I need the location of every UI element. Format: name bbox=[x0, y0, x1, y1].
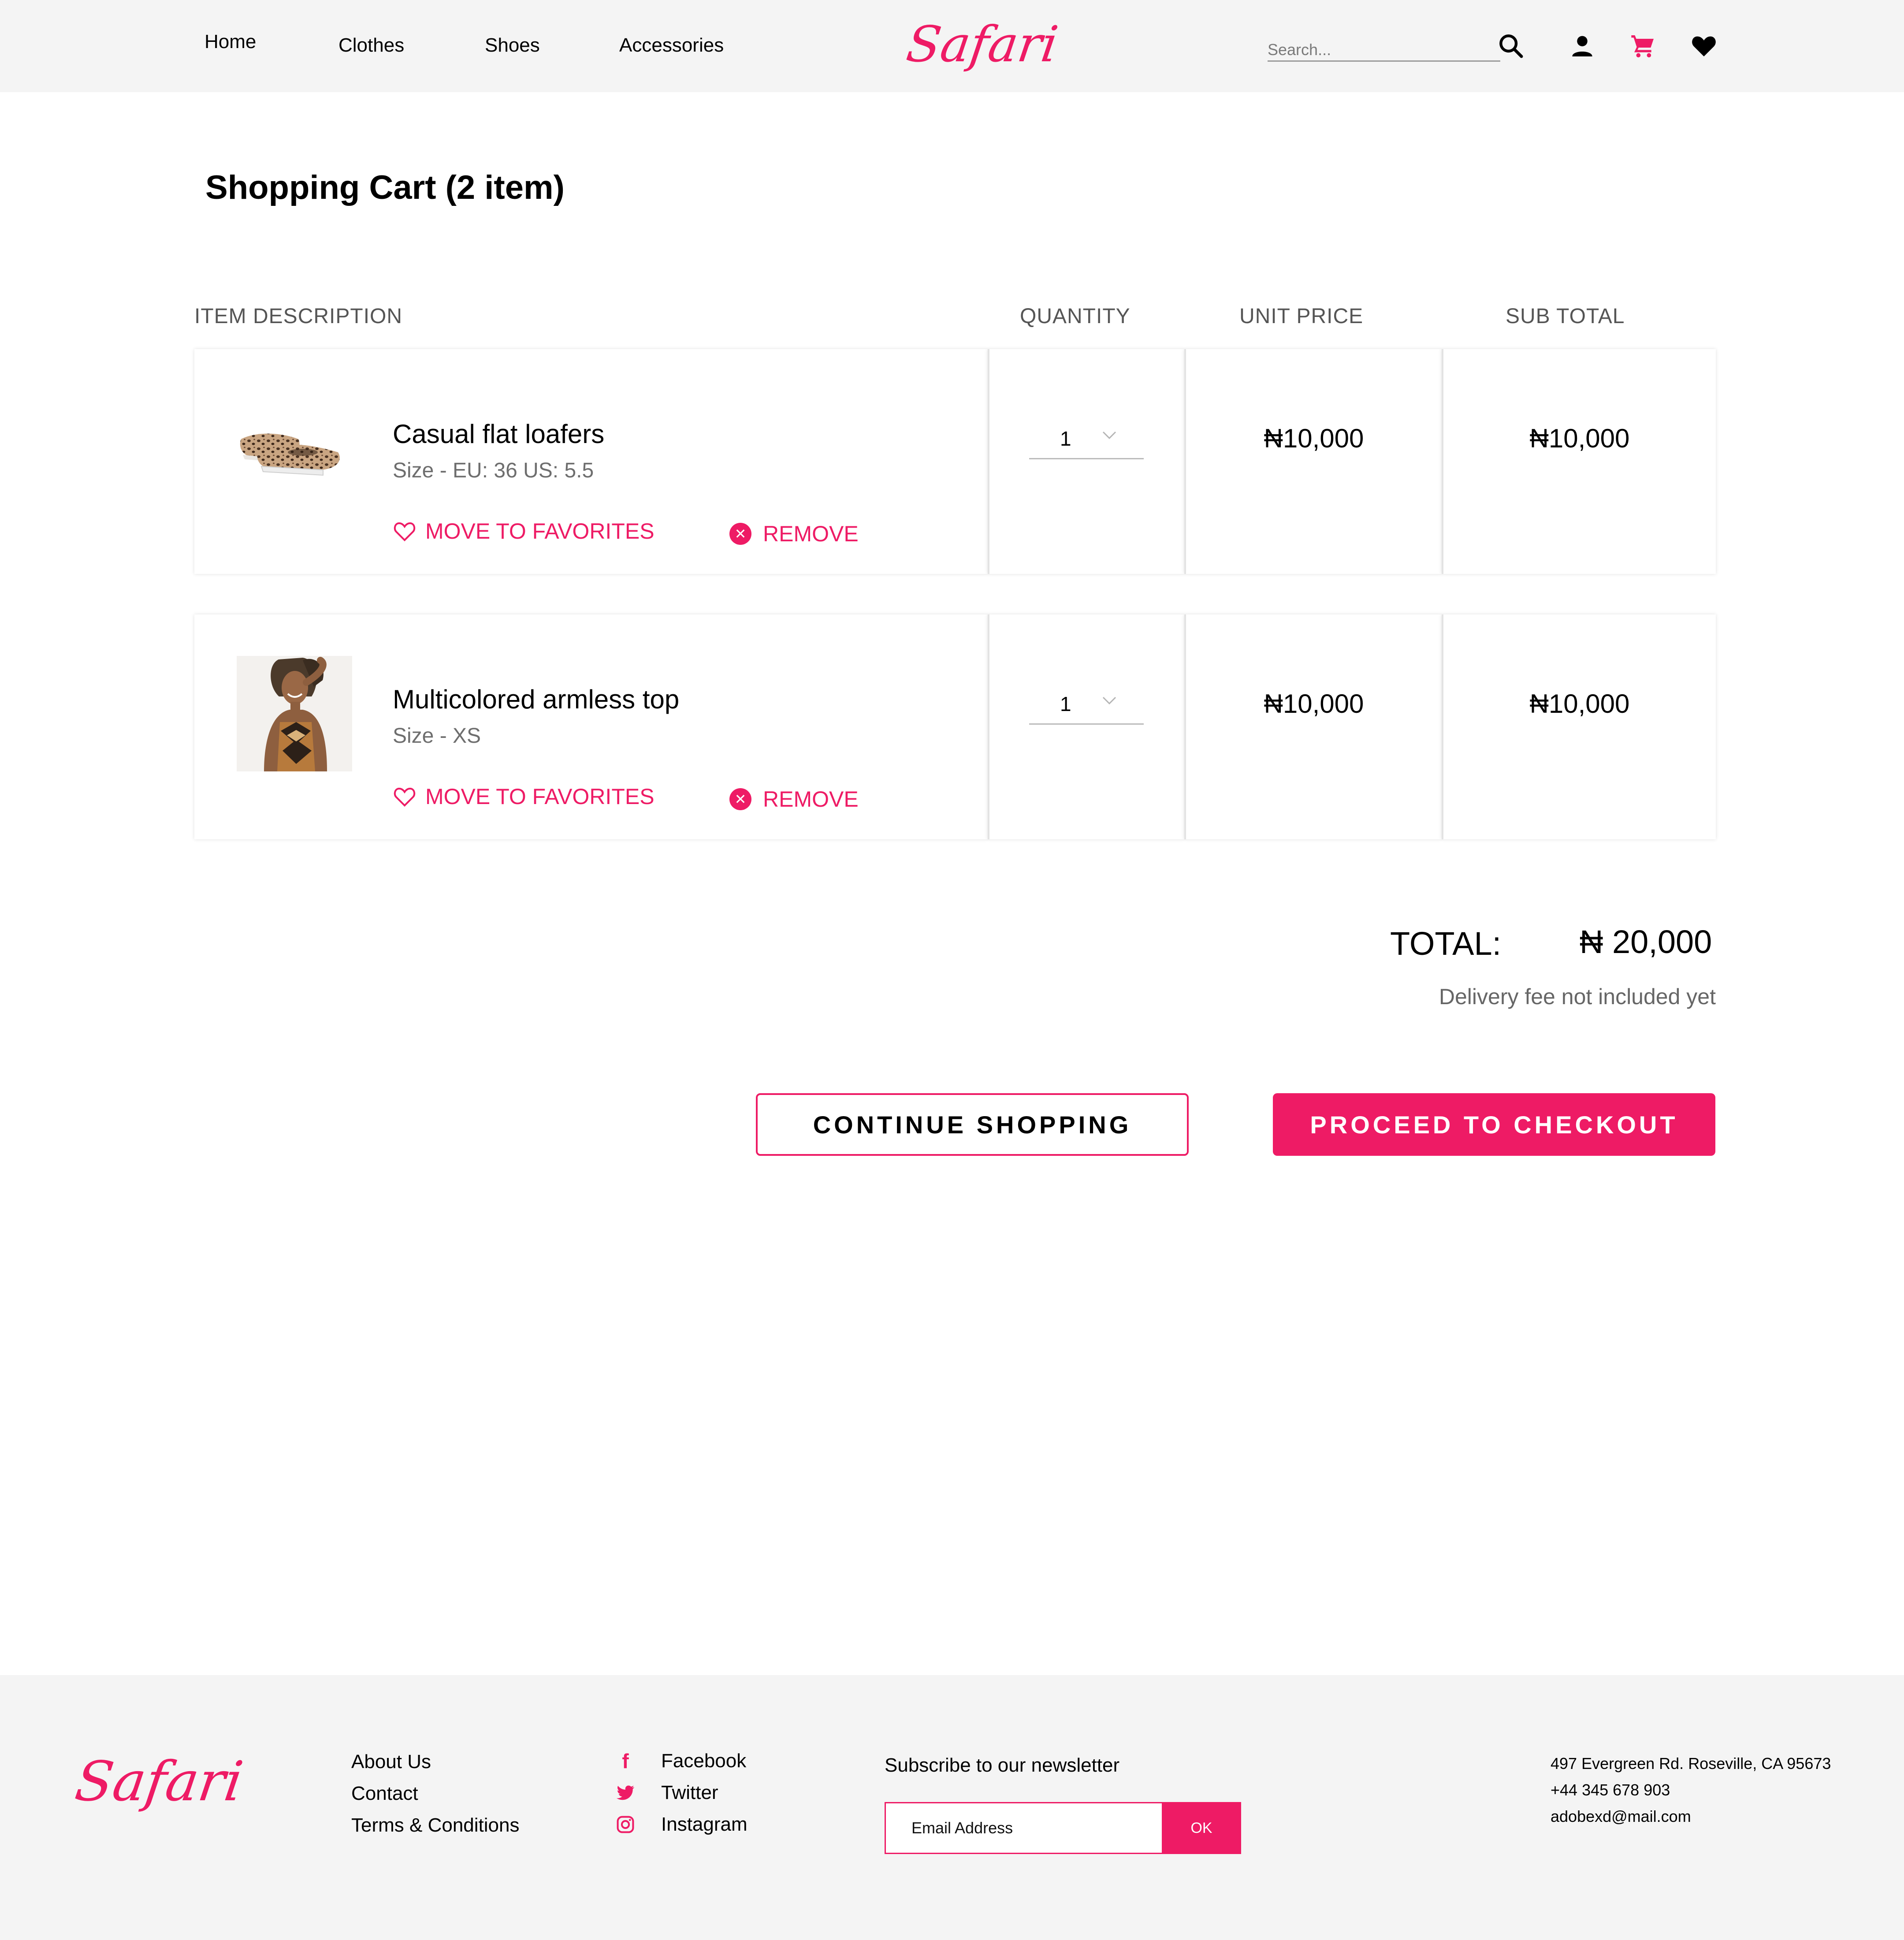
footer-brand-logo[interactable]: Safari bbox=[71, 1750, 247, 1813]
user-icon[interactable] bbox=[1568, 32, 1596, 60]
sub-total: ₦10,000 bbox=[1529, 424, 1630, 453]
quantity-value: 1 bbox=[1060, 427, 1071, 450]
unit-price-cell: ₦10,000 bbox=[1184, 349, 1442, 574]
nav-accessories[interactable]: Accessories bbox=[619, 34, 724, 56]
footer-email[interactable]: adobexd@mail.com bbox=[1551, 1807, 1691, 1826]
footer-social-instagram[interactable]: Instagram bbox=[615, 1813, 747, 1835]
heart-icon[interactable] bbox=[1690, 32, 1718, 60]
newsletter-title: Subscribe to our newsletter bbox=[885, 1754, 1120, 1776]
facebook-icon: f bbox=[622, 1750, 629, 1772]
item-size: Size - XS bbox=[393, 724, 481, 748]
facebook-label: Facebook bbox=[661, 1750, 747, 1772]
nav-home[interactable]: Home bbox=[205, 31, 256, 53]
quantity-select[interactable]: 1 bbox=[1029, 421, 1144, 459]
close-circle-icon: ✕ bbox=[729, 788, 751, 810]
heart-outline-icon bbox=[394, 522, 416, 542]
footer-link-contact[interactable]: Contact bbox=[351, 1783, 418, 1805]
item-name: Casual flat loafers bbox=[393, 419, 605, 449]
cart-row: Multicolored armless top Size - XS MOVE … bbox=[194, 614, 1716, 839]
item-size: Size - EU: 36 US: 5.5 bbox=[393, 459, 594, 482]
column-header-quantity: QUANTITY bbox=[1020, 305, 1130, 328]
unit-price-cell: ₦10,000 bbox=[1184, 614, 1442, 839]
footer-phone: +44 345 678 903 bbox=[1551, 1781, 1670, 1799]
footer-social-facebook[interactable]: f Facebook bbox=[615, 1750, 746, 1772]
search-input[interactable] bbox=[1268, 35, 1500, 62]
unit-price: ₦10,000 bbox=[1264, 689, 1364, 719]
heart-outline-icon bbox=[394, 787, 416, 807]
item-description-cell: Multicolored armless top Size - XS MOVE … bbox=[194, 614, 988, 839]
site-header: Home Clothes Shoes Accessories Safari bbox=[0, 0, 1904, 92]
remove-label: REMOVE bbox=[763, 521, 859, 546]
instagram-icon bbox=[615, 1814, 636, 1835]
newsletter-ok-button[interactable]: OK bbox=[1162, 1802, 1241, 1854]
delivery-note: Delivery fee not included yet bbox=[1439, 984, 1716, 1009]
footer-link-about-us[interactable]: About Us bbox=[351, 1751, 431, 1773]
column-header-sub-total: SUB TOTAL bbox=[1506, 305, 1625, 328]
remove-button[interactable]: ✕ REMOVE bbox=[729, 786, 859, 812]
product-image-loafers bbox=[237, 391, 352, 506]
site-footer: Safari About Us Contact Terms & Conditio… bbox=[0, 1675, 1904, 1940]
remove-button[interactable]: ✕ REMOVE bbox=[729, 521, 859, 547]
column-header-item-description: ITEM DESCRIPTION bbox=[194, 305, 403, 328]
quantity-cell: 1 bbox=[988, 614, 1184, 839]
sub-total-cell: ₦10,000 bbox=[1442, 349, 1716, 574]
quantity-select[interactable]: 1 bbox=[1029, 686, 1144, 725]
newsletter-email-input[interactable] bbox=[885, 1802, 1162, 1854]
quantity-cell: 1 bbox=[988, 349, 1184, 574]
item-name: Multicolored armless top bbox=[393, 685, 680, 714]
close-circle-icon: ✕ bbox=[729, 523, 751, 545]
sub-total-cell: ₦10,000 bbox=[1442, 614, 1716, 839]
total-label: TOTAL: bbox=[1390, 925, 1502, 962]
move-to-favorites-button[interactable]: MOVE TO FAVORITES bbox=[393, 784, 654, 809]
nav-shoes[interactable]: Shoes bbox=[485, 34, 540, 56]
chevron-down-icon bbox=[1102, 696, 1116, 705]
column-header-unit-price: UNIT PRICE bbox=[1239, 305, 1364, 328]
unit-price: ₦10,000 bbox=[1264, 424, 1364, 453]
remove-label: REMOVE bbox=[763, 787, 859, 812]
brand-logo[interactable]: Safari bbox=[903, 16, 1061, 73]
cart-row: Casual flat loafers Size - EU: 36 US: 5.… bbox=[194, 349, 1716, 574]
sub-total: ₦10,000 bbox=[1529, 689, 1630, 719]
instagram-label: Instagram bbox=[661, 1813, 747, 1835]
continue-shopping-button[interactable]: CONTINUE SHOPPING bbox=[756, 1093, 1189, 1156]
search-icon[interactable] bbox=[1497, 32, 1525, 60]
cart-icon[interactable] bbox=[1629, 32, 1657, 60]
total-value: ₦ 20,000 bbox=[1580, 923, 1712, 960]
footer-link-terms[interactable]: Terms & Conditions bbox=[351, 1814, 519, 1836]
footer-social-twitter[interactable]: Twitter bbox=[615, 1782, 718, 1803]
product-image-armless-top bbox=[237, 656, 352, 771]
page-title: Shopping Cart (2 item) bbox=[205, 169, 565, 206]
proceed-to-checkout-button[interactable]: PROCEED TO CHECKOUT bbox=[1273, 1093, 1715, 1156]
quantity-value: 1 bbox=[1060, 693, 1071, 715]
move-to-favorites-label: MOVE TO FAVORITES bbox=[425, 519, 654, 544]
footer-address: 497 Evergreen Rd. Roseville, CA 95673 bbox=[1551, 1754, 1831, 1772]
nav-clothes[interactable]: Clothes bbox=[338, 34, 404, 56]
item-description-cell: Casual flat loafers Size - EU: 36 US: 5.… bbox=[194, 349, 988, 574]
move-to-favorites-button[interactable]: MOVE TO FAVORITES bbox=[393, 518, 654, 544]
twitter-icon bbox=[615, 1783, 636, 1803]
twitter-label: Twitter bbox=[661, 1782, 718, 1803]
chevron-down-icon bbox=[1102, 431, 1116, 439]
move-to-favorites-label: MOVE TO FAVORITES bbox=[425, 784, 654, 809]
